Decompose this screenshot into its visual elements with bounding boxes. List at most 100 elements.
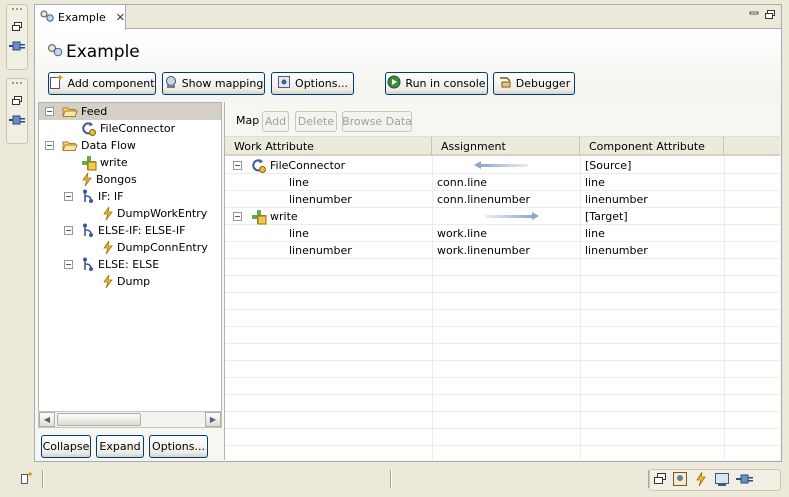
assignment-cell[interactable]: conn.linenumber <box>437 191 530 208</box>
table-row[interactable]: linenumber work.linenumber linenumber <box>225 242 780 259</box>
restore-icon[interactable] <box>8 17 26 35</box>
tree-item[interactable]: Dump <box>102 273 150 290</box>
tree-item[interactable]: − IF: IF <box>64 188 124 205</box>
tree-item[interactable]: Bongos <box>81 171 137 188</box>
empty-table-row <box>225 276 780 293</box>
status-bar <box>0 464 789 497</box>
show-mapping-label: Show mapping <box>181 77 264 90</box>
assignment-cell[interactable]: work.line <box>437 225 487 242</box>
options-label: Options... <box>295 77 348 90</box>
tree-toggle-icon[interactable]: − <box>64 192 73 201</box>
editor-tab[interactable]: Example ✕ <box>35 5 126 30</box>
tree-item[interactable]: − ELSE-IF: ELSE-IF <box>64 222 185 239</box>
tree-item-label: Data Flow <box>81 139 136 152</box>
component-attribute-cell: linenumber <box>585 193 648 206</box>
maximize-icon[interactable] <box>765 9 775 22</box>
empty-table-row <box>225 395 780 412</box>
tree-item-label: DumpConnEntry <box>117 241 208 254</box>
browse-data-button[interactable]: Browse Data <box>342 111 412 132</box>
tree-horizontal-scrollbar[interactable]: ◀ ▶ <box>38 411 222 428</box>
empty-table-row <box>225 429 780 446</box>
scroll-right-icon[interactable]: ▶ <box>205 412 221 427</box>
lightning-icon[interactable] <box>694 471 708 490</box>
lightning-icon <box>81 172 93 187</box>
tree-toggle-icon[interactable]: − <box>233 161 242 170</box>
plug-icon[interactable] <box>736 473 754 488</box>
collapse-label: Collapse <box>42 440 90 453</box>
table-row[interactable]: − write [Target] <box>225 208 780 225</box>
close-icon[interactable]: ✕ <box>116 11 125 24</box>
run-in-console-button[interactable]: Run in console <box>385 72 488 95</box>
tree-toggle-icon[interactable]: − <box>45 107 54 116</box>
branch-icon <box>81 257 95 272</box>
trim-grip[interactable] <box>12 82 22 88</box>
tree-toggle-icon[interactable]: − <box>64 226 73 235</box>
table-row[interactable]: line conn.line line <box>225 174 780 191</box>
empty-table-row <box>225 259 780 276</box>
tree-item[interactable]: FileConnector <box>81 120 175 137</box>
collapse-button[interactable]: Collapse <box>41 435 91 458</box>
connector-icon <box>251 158 267 174</box>
show-mapping-button[interactable]: Show mapping <box>162 72 265 95</box>
delete-mapping-label: Delete <box>297 115 335 128</box>
options-button[interactable]: Options... <box>271 72 354 95</box>
column-header-work-attribute[interactable]: Work Attribute <box>225 137 432 156</box>
minimize-icon[interactable] <box>749 9 759 22</box>
tree-options-button[interactable]: Options... <box>149 435 208 458</box>
tree-item[interactable]: − ELSE: ELSE <box>64 256 159 273</box>
plug-icon[interactable] <box>8 37 26 55</box>
add-mapping-label: Add <box>264 115 287 128</box>
table-row[interactable]: − FileConnector [Source] <box>225 157 780 174</box>
component-attribute-cell: [Source] <box>585 159 632 172</box>
tree-item-label: Feed <box>81 105 108 118</box>
debugger-button[interactable]: Debugger <box>493 72 575 95</box>
work-attribute-cell: line <box>289 176 309 189</box>
fast-view-icon[interactable] <box>20 471 34 488</box>
mapping-icon <box>164 75 178 92</box>
tree-toggle-icon[interactable]: − <box>64 260 73 269</box>
work-attribute-cell: linenumber <box>289 244 352 257</box>
component-attribute-cell: [Target] <box>585 210 628 223</box>
column-header-assignment[interactable]: Assignment <box>432 137 580 156</box>
expand-button[interactable]: Expand <box>96 435 144 458</box>
component-attribute-cell: linenumber <box>585 244 648 257</box>
lightning-icon <box>102 240 114 255</box>
component-attribute-cell: line <box>585 176 605 189</box>
lightning-icon <box>102 274 114 289</box>
tree-toggle-icon[interactable]: − <box>233 212 242 221</box>
empty-table-row <box>225 293 780 310</box>
plug-icon[interactable] <box>8 111 26 129</box>
work-attribute-cell: line <box>289 227 309 240</box>
table-row[interactable]: linenumber conn.linenumber linenumber <box>225 191 780 208</box>
add-mapping-button[interactable]: Add <box>262 111 289 132</box>
mapping-view-icon[interactable] <box>672 471 688 490</box>
folder-open-icon <box>62 139 78 152</box>
form-body: Example Add component Show mapping Optio… <box>35 30 781 461</box>
trim-grip[interactable] <box>12 8 22 14</box>
editor-tab-label: Example <box>58 11 106 24</box>
run-icon <box>387 75 401 92</box>
tree-item[interactable]: − Feed <box>39 103 221 120</box>
assignment-cell[interactable]: conn.line <box>437 174 487 191</box>
tree-item[interactable]: write <box>81 154 128 171</box>
add-component-button[interactable]: Add component <box>48 72 156 95</box>
tree-toggle-icon[interactable]: − <box>45 141 54 150</box>
column-header-component-attribute[interactable]: Component Attribute <box>580 137 724 156</box>
work-attribute-cell: FileConnector <box>270 159 346 172</box>
restore-icon[interactable] <box>654 473 666 487</box>
scrollbar-thumb[interactable] <box>57 413 141 426</box>
delete-mapping-button[interactable]: Delete <box>295 111 337 132</box>
debug-icon <box>498 75 512 92</box>
restore-icon[interactable] <box>8 91 26 109</box>
tree-item[interactable]: DumpConnEntry <box>102 239 208 256</box>
write-icon <box>81 155 97 171</box>
tree-item-label: write <box>100 156 128 169</box>
assignment-cell[interactable]: work.linenumber <box>437 242 530 259</box>
tree-item-label: ELSE-IF: ELSE-IF <box>98 224 186 237</box>
scroll-left-icon[interactable]: ◀ <box>39 412 55 427</box>
tree-item[interactable]: − Data Flow <box>45 137 136 154</box>
tree-item-label: FileConnector <box>100 122 176 135</box>
table-row[interactable]: line work.line line <box>225 225 780 242</box>
console-icon[interactable] <box>714 472 730 489</box>
tree-item[interactable]: DumpWorkEntry <box>102 205 207 222</box>
